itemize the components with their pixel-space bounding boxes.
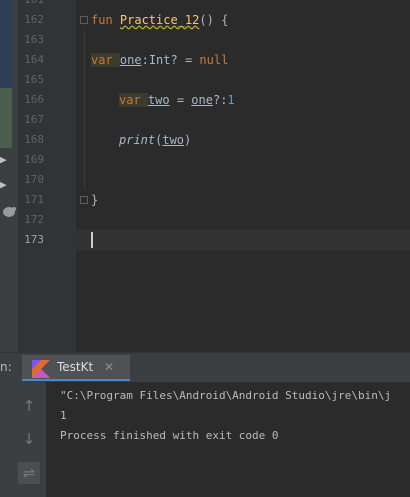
run-arrow-icon[interactable]: ▶	[0, 153, 7, 166]
line-number: 169	[24, 153, 44, 166]
line-number: 165	[24, 73, 44, 86]
code-line-162: fun Practice_12() {	[91, 10, 228, 30]
line-number: 161	[24, 0, 44, 10]
soft-wrap-icon[interactable]: ⇌	[18, 462, 40, 484]
line-number: 170	[24, 173, 44, 186]
line-number: 172	[24, 213, 44, 226]
close-icon[interactable]: ✕	[104, 360, 114, 374]
kotlin-logo-icon	[32, 360, 50, 378]
debug-bug-icon[interactable]	[0, 205, 17, 218]
function-name: Practice_12	[119, 13, 200, 27]
console-line: 1	[60, 409, 67, 422]
line-number-gutter: 161 162 163 164 165 166 167 168 169 170 …	[18, 0, 76, 352]
variable-two: two	[147, 93, 170, 107]
number-literal: 1	[227, 93, 235, 107]
variable-ref-two: two	[162, 133, 185, 147]
code-text: () {	[199, 13, 229, 27]
keyword-null: null	[199, 53, 229, 67]
console-line: Process finished with exit code 0	[60, 429, 279, 442]
keyword-var: var	[119, 93, 148, 107]
line-number: 162	[24, 13, 44, 26]
arrow-up-icon[interactable]: ↑	[18, 395, 40, 417]
function-print: print	[119, 133, 156, 147]
line-number: 164	[24, 53, 44, 66]
indent-guide	[84, 30, 85, 190]
code-text: =	[169, 93, 192, 107]
strip-green-block	[0, 88, 12, 148]
line-number: 167	[24, 113, 44, 126]
variable-one: one	[119, 53, 142, 67]
code-line-168: print(two)	[119, 130, 191, 150]
arrow-down-icon[interactable]: ↓	[18, 428, 40, 450]
current-line-highlight	[76, 230, 410, 250]
line-number: 171	[24, 193, 44, 206]
keyword-fun: fun	[91, 13, 120, 27]
code-line-171: }	[91, 190, 98, 210]
keyword-var: var	[91, 53, 120, 67]
fold-marker-icon[interactable]	[80, 196, 88, 204]
code-line-164: var one:Int? = null	[91, 50, 228, 70]
tool-window-strip: ▶ ▶	[0, 0, 18, 352]
elvis-operator: ?:	[212, 93, 228, 107]
code-text: )	[184, 133, 192, 147]
variable-ref-one: one	[191, 93, 213, 107]
tab-label[interactable]: TestKt	[57, 360, 93, 374]
text-caret	[91, 232, 93, 248]
console-line: "C:\Program Files\Android\Android Studio…	[60, 389, 392, 402]
code-text: :Int? =	[141, 53, 200, 67]
line-number: 163	[24, 33, 44, 46]
line-number-current: 173	[24, 233, 44, 246]
closing-brace: }	[91, 193, 99, 207]
run-arrow-icon[interactable]: ▶	[0, 178, 7, 191]
code-line-166: var two = one?:1	[119, 90, 235, 110]
console-toolstrip: ↑ ↓ ⇌	[0, 382, 46, 497]
run-panel-label: n:	[0, 360, 12, 374]
fold-marker-icon[interactable]	[80, 16, 88, 24]
line-number: 166	[24, 93, 44, 106]
strip-top-block	[0, 0, 12, 88]
line-number: 168	[24, 133, 44, 146]
